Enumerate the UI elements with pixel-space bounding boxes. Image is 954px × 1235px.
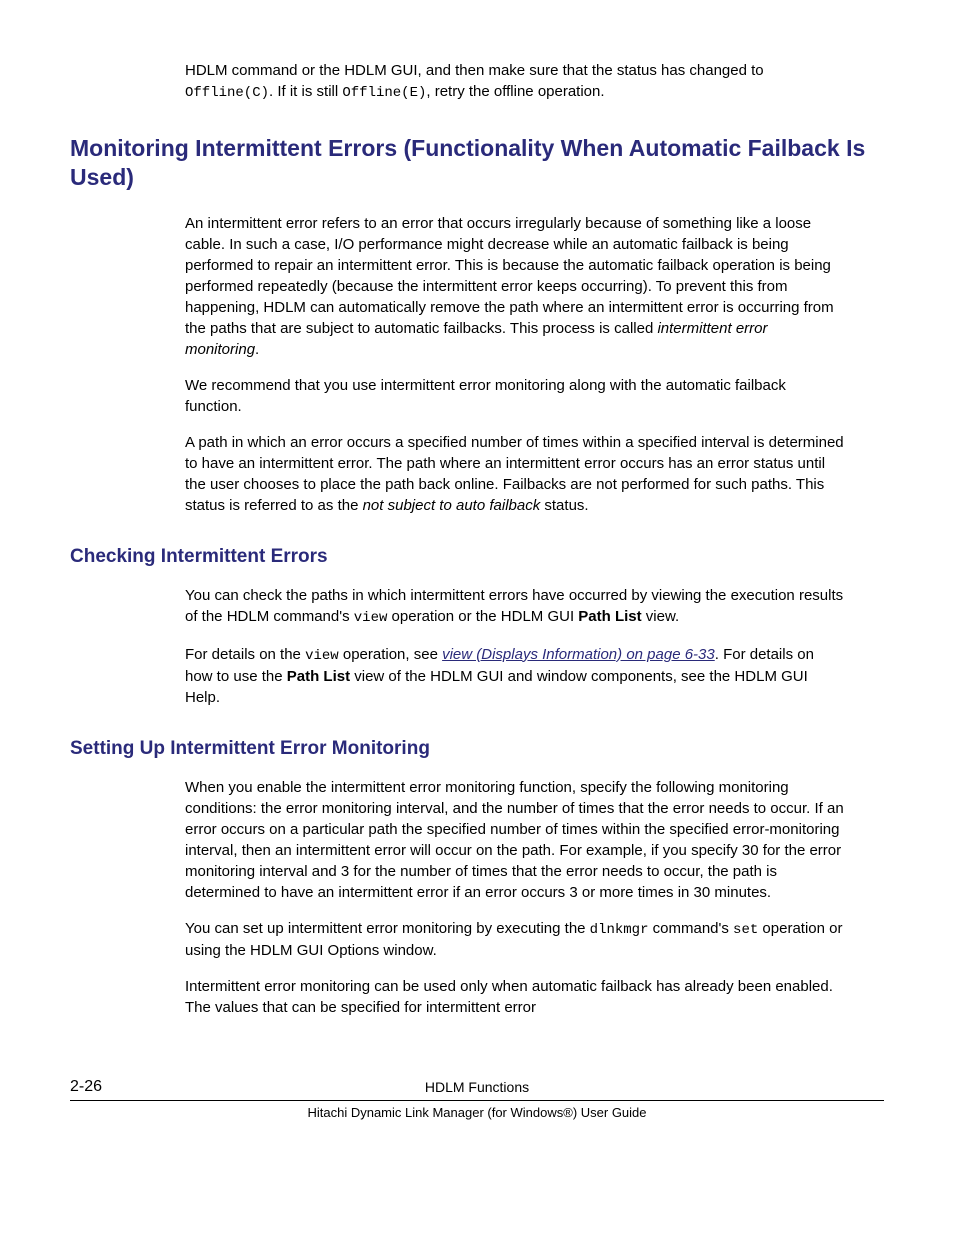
paragraph: You can set up intermittent error monito… [185, 918, 844, 962]
code-offline-e: Offline(E) [342, 85, 426, 101]
intro-paragraph: HDLM command or the HDLM GUI, and then m… [185, 60, 844, 104]
code-view: view [354, 610, 388, 626]
text: operation or the HDLM GUI [387, 608, 578, 625]
paragraph: A path in which an error occurs a specif… [185, 432, 844, 516]
code-view: view [305, 648, 339, 664]
code-set: set [733, 922, 758, 938]
text: HDLM command or the HDLM GUI, and then m… [185, 62, 764, 79]
code-dlnkmgr: dlnkmgr [590, 922, 649, 938]
page-number: 2-26 [70, 1076, 102, 1098]
text: For details on the [185, 646, 305, 663]
text: , retry the offline operation. [426, 83, 604, 100]
paragraph: We recommend that you use intermittent e… [185, 375, 844, 417]
paragraph: When you enable the intermittent error m… [185, 777, 844, 903]
heading-checking-intermittent-errors: Checking Intermittent Errors [70, 544, 884, 571]
footer-section-title: HDLM Functions [425, 1079, 529, 1095]
code-offline-c: Offline(C) [185, 85, 269, 101]
paragraph: An intermittent error refers to an error… [185, 213, 844, 360]
bold-path-list: Path List [287, 668, 350, 685]
paragraph: You can check the paths in which intermi… [185, 585, 844, 629]
heading-setting-up-intermittent-error-monitoring: Setting Up Intermittent Error Monitoring [70, 736, 884, 763]
paragraph: Intermittent error monitoring can be use… [185, 976, 844, 1018]
paragraph: For details on the view operation, see v… [185, 644, 844, 709]
heading-monitoring-intermittent-errors: Monitoring Intermittent Errors (Function… [70, 134, 884, 194]
text: view. [642, 608, 680, 625]
text: command's [648, 920, 733, 937]
bold-path-list: Path List [578, 608, 641, 625]
text: You can set up intermittent error monito… [185, 920, 590, 937]
text: . [255, 341, 259, 358]
link-view-displays-information[interactable]: view (Displays Information) on page 6-33 [442, 646, 715, 663]
text: . If it is still [269, 83, 342, 100]
term-not-subject-to-auto-failback: not subject to auto failback [363, 497, 541, 514]
text: status. [540, 497, 588, 514]
footer-doc-title: Hitachi Dynamic Link Manager (for Window… [70, 1104, 884, 1122]
text: operation, see [339, 646, 442, 663]
page-footer: 2-26 HDLM Functions Hitachi Dynamic Link… [70, 1078, 884, 1122]
